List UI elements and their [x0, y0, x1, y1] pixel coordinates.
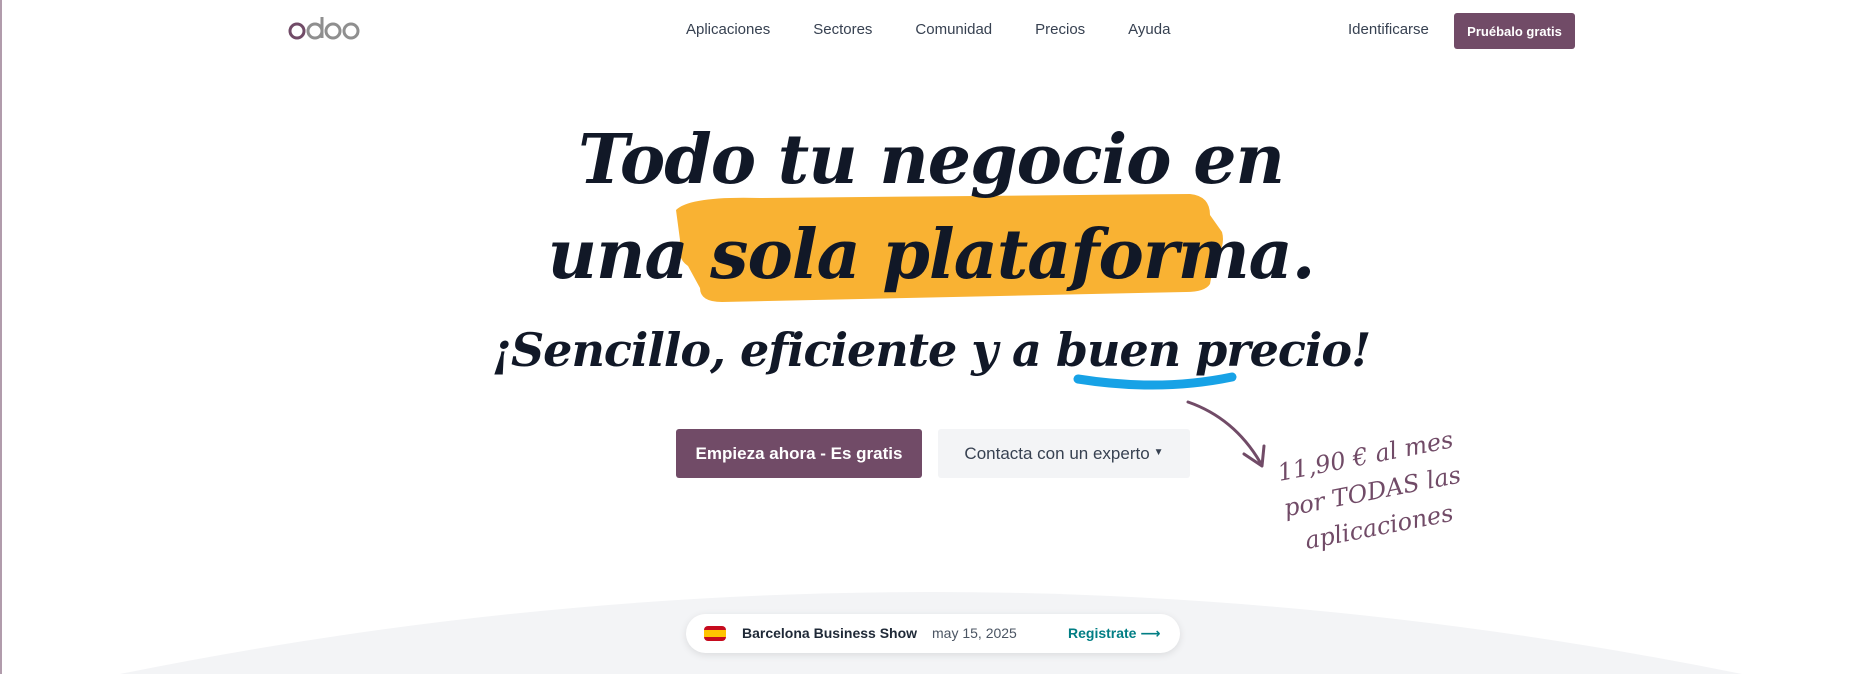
caret-down-icon: ▼ — [1153, 447, 1164, 458]
hero-title-line-2: una sola plataforma. — [547, 215, 1316, 295]
contact-expert-button[interactable]: Contacta con un experto ▼ — [938, 429, 1190, 478]
spain-flag-icon — [704, 626, 726, 641]
event-register-link[interactable]: Registrate ⟶ — [1068, 625, 1160, 642]
underline-stroke — [1073, 372, 1237, 390]
event-name: Barcelona Business Show — [742, 625, 918, 641]
hero-title-line-1: Todo tu negocio en — [578, 120, 1285, 200]
event-banner[interactable]: Barcelona Business Show may 15, 2025 Reg… — [686, 614, 1180, 653]
hero-subtitle: ¡Sencillo, eficiente y a buen precio! — [491, 323, 1371, 377]
event-date: may 15, 2025 — [932, 625, 1017, 641]
arrow-curve — [1186, 400, 1262, 464]
contact-expert-label: Contacta con un experto — [964, 443, 1150, 463]
start-now-button[interactable]: Empieza ahora - Es gratis — [676, 429, 922, 478]
bottom-arc-background — [120, 592, 1742, 674]
